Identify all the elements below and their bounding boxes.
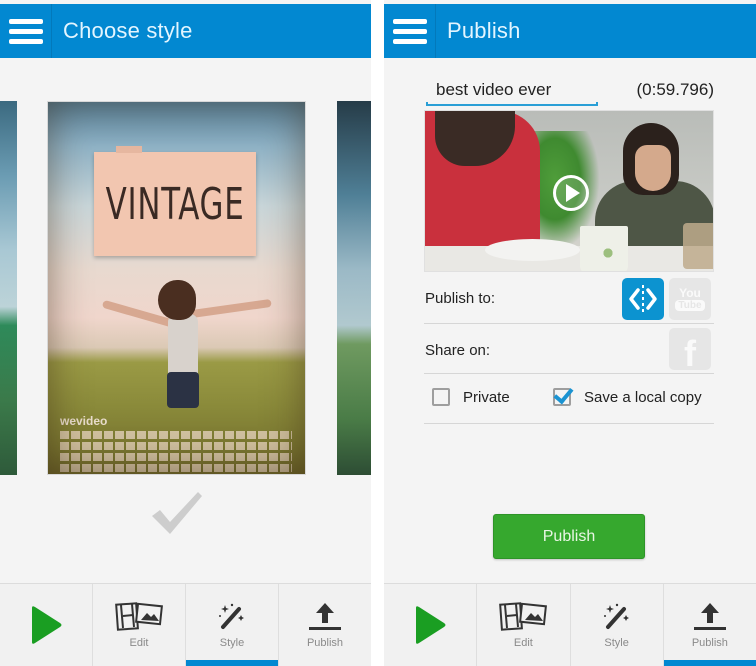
save-local-copy-checkbox[interactable]: Save a local copy — [553, 388, 702, 406]
hamburger-menu-icon[interactable] — [384, 4, 436, 58]
share-on-label: Share on: — [425, 342, 491, 359]
bottom-toolbar: Edit Style Publish — [384, 583, 756, 666]
private-checkbox[interactable]: Private — [432, 388, 510, 406]
toolbar-play-button[interactable] — [0, 584, 93, 666]
style-card-previous[interactable] — [0, 101, 17, 475]
video-title-input[interactable] — [426, 76, 598, 104]
poster-credits: wevideo — [60, 414, 292, 475]
page-title: Publish — [447, 18, 521, 43]
facebook-icon[interactable]: f — [669, 328, 711, 374]
magic-wand-icon — [603, 603, 629, 629]
play-icon — [416, 606, 446, 644]
video-title-row: (0:59.796) — [424, 76, 714, 106]
toolbar-label: Edit — [129, 637, 149, 649]
checkbox-unchecked[interactable] — [432, 388, 450, 406]
hamburger-menu-icon[interactable] — [0, 4, 52, 58]
publish-to-row: Publish to: You Tube — [424, 276, 714, 324]
toolbar-label: Style — [219, 637, 245, 649]
style-carousel[interactable]: VINTAGE wevideo — [0, 101, 371, 475]
bottom-toolbar: Edit Style Publish — [0, 583, 371, 666]
brand-logo: wevideo — [60, 414, 108, 428]
input-underline — [426, 102, 598, 106]
active-tab-indicator — [663, 660, 756, 666]
toolbar-style-button[interactable]: Style — [571, 584, 664, 666]
toolbar-style-button[interactable]: Style — [186, 584, 279, 666]
style-card-vintage[interactable]: VINTAGE wevideo — [47, 101, 306, 475]
toolbar-label: Style — [604, 637, 629, 649]
poster-figure-image — [88, 272, 272, 412]
toolbar-label: Publish — [691, 637, 728, 649]
toolbar-play-button[interactable] — [384, 584, 478, 666]
magic-wand-icon — [219, 603, 244, 629]
toolbar-publish-button[interactable]: Publish — [279, 584, 371, 666]
active-tab-indicator — [186, 660, 278, 666]
choose-style-screen: Choose style VINTAGE wevideo Edit Style … — [0, 0, 371, 666]
page-title: Choose style — [63, 18, 193, 43]
checkmark-icon[interactable] — [148, 488, 204, 538]
video-duration: (0:59.796) — [636, 80, 715, 99]
play-icon — [32, 606, 62, 644]
checkbox-checked[interactable] — [553, 388, 571, 406]
options-row: Private Save a local copy — [424, 374, 714, 424]
film-photo-icon — [115, 602, 163, 631]
toolbar-edit-button[interactable]: Edit — [93, 584, 186, 666]
app-bar: Publish — [384, 4, 756, 58]
youtube-icon[interactable]: You Tube — [669, 278, 711, 320]
video-thumbnail[interactable] — [424, 110, 714, 272]
wevideo-icon[interactable] — [622, 278, 664, 320]
style-title: VINTAGE — [105, 178, 245, 230]
private-label: Private — [463, 388, 510, 406]
style-card-next[interactable] — [337, 101, 371, 475]
toolbar-label: Edit — [513, 637, 533, 649]
film-photo-icon — [499, 602, 548, 631]
upload-icon — [693, 603, 726, 630]
publish-screen: Publish (0:59.796) Publish to: You Tube … — [384, 0, 756, 666]
toolbar-publish-button[interactable]: Publish — [663, 584, 756, 666]
play-circle-icon[interactable] — [553, 175, 589, 211]
app-bar: Choose style — [0, 4, 371, 58]
style-title-label: VINTAGE — [94, 146, 256, 256]
save-local-copy-label: Save a local copy — [584, 388, 702, 406]
toolbar-label: Publish — [306, 637, 344, 649]
share-on-row: Share on: f — [424, 324, 714, 374]
publish-to-label: Publish to: — [425, 290, 496, 307]
publish-button[interactable]: Publish — [493, 514, 645, 559]
toolbar-edit-button[interactable]: Edit — [477, 584, 571, 666]
upload-icon — [309, 603, 341, 630]
